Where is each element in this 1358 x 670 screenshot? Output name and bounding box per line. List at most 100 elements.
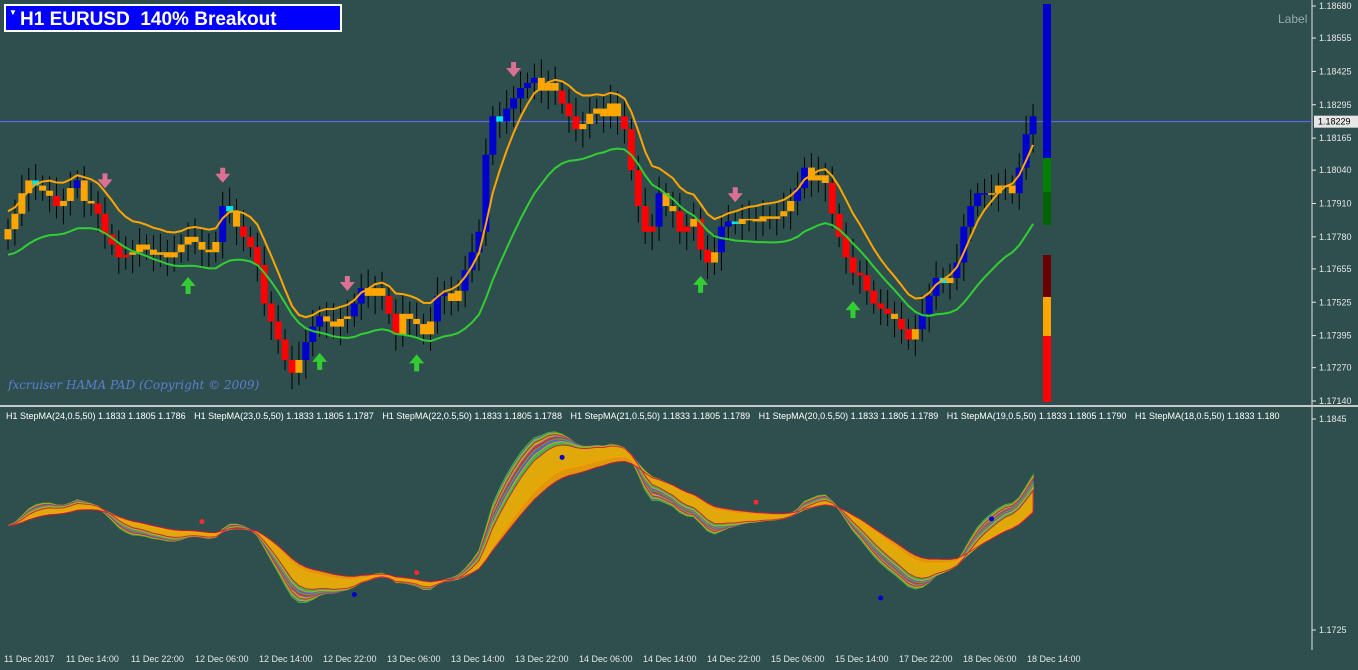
candle-body (73, 180, 81, 189)
sub-axis-label: 1.1845 (1319, 414, 1347, 424)
candle-body (94, 203, 102, 214)
stepma-header-18: H1 StepMA(18,0.5,50) 1.1833 1.180 (1134, 411, 1280, 421)
candle-body (115, 244, 123, 258)
price-axis-label: 1.18555 (1319, 33, 1352, 43)
price-axis-label: 1.17525 (1319, 297, 1352, 307)
candle-body (136, 244, 144, 253)
candle-body (489, 116, 497, 155)
candle-body (170, 252, 178, 258)
time-axis-label: 15 Dec 14:00 (835, 654, 889, 664)
stepma-signal-dot (559, 454, 565, 460)
candle-body (143, 244, 151, 250)
candle-body (911, 329, 919, 340)
candle-body (821, 175, 829, 183)
candle-body (87, 200, 95, 204)
candle-body (877, 303, 885, 309)
indicator-pane[interactable]: 1.1845 1.1725 (0, 407, 1358, 650)
down-arrow-icon (506, 62, 522, 78)
price-chart-canvas[interactable]: 1.18680 1.18555 1.18425 1.18295 1.18165 1.180… (0, 0, 1358, 406)
candle-body (413, 318, 421, 325)
candle-body (198, 241, 206, 250)
candle-body (184, 236, 192, 245)
label-text: Label (1278, 12, 1308, 26)
candle-body (863, 275, 871, 291)
time-axis-label: 12 Dec 06:00 (195, 654, 249, 664)
time-axis-label: 18 Dec 14:00 (1027, 654, 1081, 664)
candle-body (731, 221, 739, 225)
candle-body (226, 206, 234, 212)
candle-body (288, 359, 296, 373)
time-axis-label: 14 Dec 14:00 (643, 654, 697, 664)
candle-body (766, 216, 774, 219)
candle-body (281, 339, 289, 360)
stepma-header-23: H1 StepMA(23,0.5,50) 1.1833 1.1805 1.178… (194, 411, 374, 421)
candle-body (523, 82, 531, 89)
candle-body (420, 324, 428, 335)
candle-body (676, 211, 684, 232)
candle-body (350, 303, 358, 317)
copyright-text: fxcruiser HAMA PAD (Copyright © 2009) (8, 378, 260, 392)
candle-body (752, 218, 760, 222)
candle-body (745, 218, 753, 221)
candle-body (343, 316, 351, 319)
candles (4, 59, 1037, 390)
stepma-header-21: H1 StepMA(21,0.5,50) 1.1833 1.1805 1.178… (570, 411, 751, 421)
up-arrow-icon (409, 354, 425, 372)
time-axis-label: 13 Dec 06:00 (387, 654, 441, 664)
candle-body (205, 249, 213, 253)
candle-body (620, 116, 628, 130)
stepma-signal-dot (199, 519, 205, 525)
stepma-indicator-canvas[interactable]: 1.1845 1.1725 (0, 407, 1358, 650)
candle-body (46, 190, 54, 196)
candle-body (884, 308, 892, 314)
price-axis-label: 1.17395 (1319, 331, 1352, 341)
current-price-tag: 1.18229 (1314, 115, 1358, 128)
candle-body (988, 193, 996, 195)
candle-body (336, 318, 344, 327)
time-axis: 11 Dec 2017 11 Dec 14:00 11 Dec 22:00 12 De… (0, 650, 1358, 670)
stepma-signal-dot (351, 592, 357, 598)
price-axis-label: 1.17655 (1319, 264, 1352, 274)
candle-body (323, 316, 331, 322)
candle-body (80, 180, 88, 201)
candle-body (371, 288, 379, 296)
page-title: H1 EURUSD 140% Breakout (20, 9, 277, 30)
candle-body (683, 226, 691, 232)
time-axis-label: 14 Dec 06:00 (579, 654, 633, 664)
sub-axis-label: 1.1725 (1319, 625, 1347, 635)
time-axis-label: 12 Dec 14:00 (259, 654, 313, 664)
candle-body (607, 103, 615, 117)
candle-body (967, 206, 975, 227)
time-axis-label: 18 Dec 06:00 (963, 654, 1017, 664)
green-ma-line (7, 147, 1034, 343)
candle-body (974, 193, 982, 207)
candle-body (149, 249, 157, 255)
candle-body (669, 206, 677, 212)
stepma-header-22: H1 StepMA(22,0.5,50) 1.1833 1.1805 1.178… (382, 411, 562, 421)
candle-body (738, 218, 746, 225)
strength-segment (1043, 255, 1051, 297)
candle-body (233, 211, 241, 227)
candle-body (634, 170, 642, 207)
candle-body (517, 88, 525, 99)
candle-body (925, 295, 933, 314)
candle-body (586, 113, 594, 124)
stepma-signal-dot (878, 595, 884, 601)
strength-segment (1043, 336, 1051, 402)
time-axis-label: 11 Dec 2017 (4, 654, 55, 664)
candle-body (52, 195, 60, 207)
price-axis-label: 1.17270 (1319, 363, 1352, 373)
price-chart-pane[interactable]: 1.18680 1.18555 1.18425 1.18295 1.18165 1.180… (0, 0, 1358, 406)
candle-body (530, 77, 538, 83)
candle-body (378, 288, 386, 296)
candle-body (593, 108, 601, 114)
candle-body (849, 257, 857, 273)
time-axis-label: 15 Dec 06:00 (771, 654, 825, 664)
title-menu-icon[interactable]: ▼ (9, 8, 17, 17)
candle-body (163, 252, 171, 258)
candle-body (780, 211, 788, 217)
price-axis-label: 1.17910 (1319, 199, 1352, 209)
time-axis-label: 13 Dec 14:00 (451, 654, 505, 664)
candle-body (212, 241, 220, 253)
orange-ma-line (7, 78, 1034, 319)
